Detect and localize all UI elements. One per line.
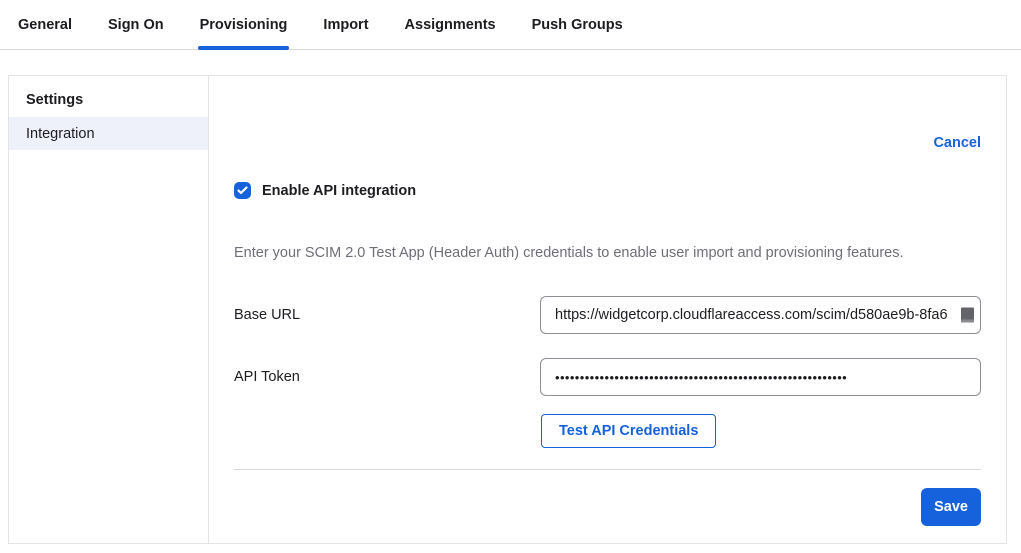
tab-provisioning[interactable]: Provisioning xyxy=(200,0,288,49)
api-token-label: API Token xyxy=(234,369,300,385)
enable-api-label: Enable API integration xyxy=(262,183,416,199)
tab-assignments[interactable]: Assignments xyxy=(405,0,496,49)
provisioning-panel: Settings Integration Cancel Enable API i… xyxy=(8,75,1007,544)
enable-api-checkbox[interactable] xyxy=(234,182,251,199)
text-selection-highlight xyxy=(961,308,974,323)
enable-api-row: Enable API integration xyxy=(234,182,981,199)
sidebar-heading: Settings xyxy=(9,82,208,117)
base-url-field-row: Base URL xyxy=(234,296,981,334)
base-url-input[interactable] xyxy=(540,296,981,334)
base-url-input-wrap xyxy=(540,296,981,334)
tab-sign-on[interactable]: Sign On xyxy=(108,0,164,49)
api-token-input[interactable] xyxy=(540,358,981,396)
api-token-field-row: API Token xyxy=(234,358,981,396)
tab-push-groups[interactable]: Push Groups xyxy=(532,0,623,49)
app-tabbar: General Sign On Provisioning Import Assi… xyxy=(0,0,1021,50)
tab-import[interactable]: Import xyxy=(323,0,368,49)
cancel-button[interactable]: Cancel xyxy=(933,135,981,151)
tab-general[interactable]: General xyxy=(18,0,72,49)
test-credentials-row: Test API Credentials xyxy=(234,414,981,448)
sidebar-item-integration[interactable]: Integration xyxy=(9,117,208,150)
test-api-credentials-button[interactable]: Test API Credentials xyxy=(541,414,716,448)
form-divider xyxy=(234,469,981,470)
integration-settings-content: Cancel Enable API integration Enter your… xyxy=(209,76,1006,543)
api-token-input-wrap xyxy=(540,358,981,396)
save-button[interactable]: Save xyxy=(921,488,981,526)
check-icon xyxy=(237,186,248,195)
credentials-description: Enter your SCIM 2.0 Test App (Header Aut… xyxy=(234,245,981,261)
base-url-label: Base URL xyxy=(234,307,300,323)
sidebar: Settings Integration xyxy=(9,76,209,543)
cancel-row: Cancel xyxy=(234,134,981,150)
save-row: Save xyxy=(234,488,981,526)
